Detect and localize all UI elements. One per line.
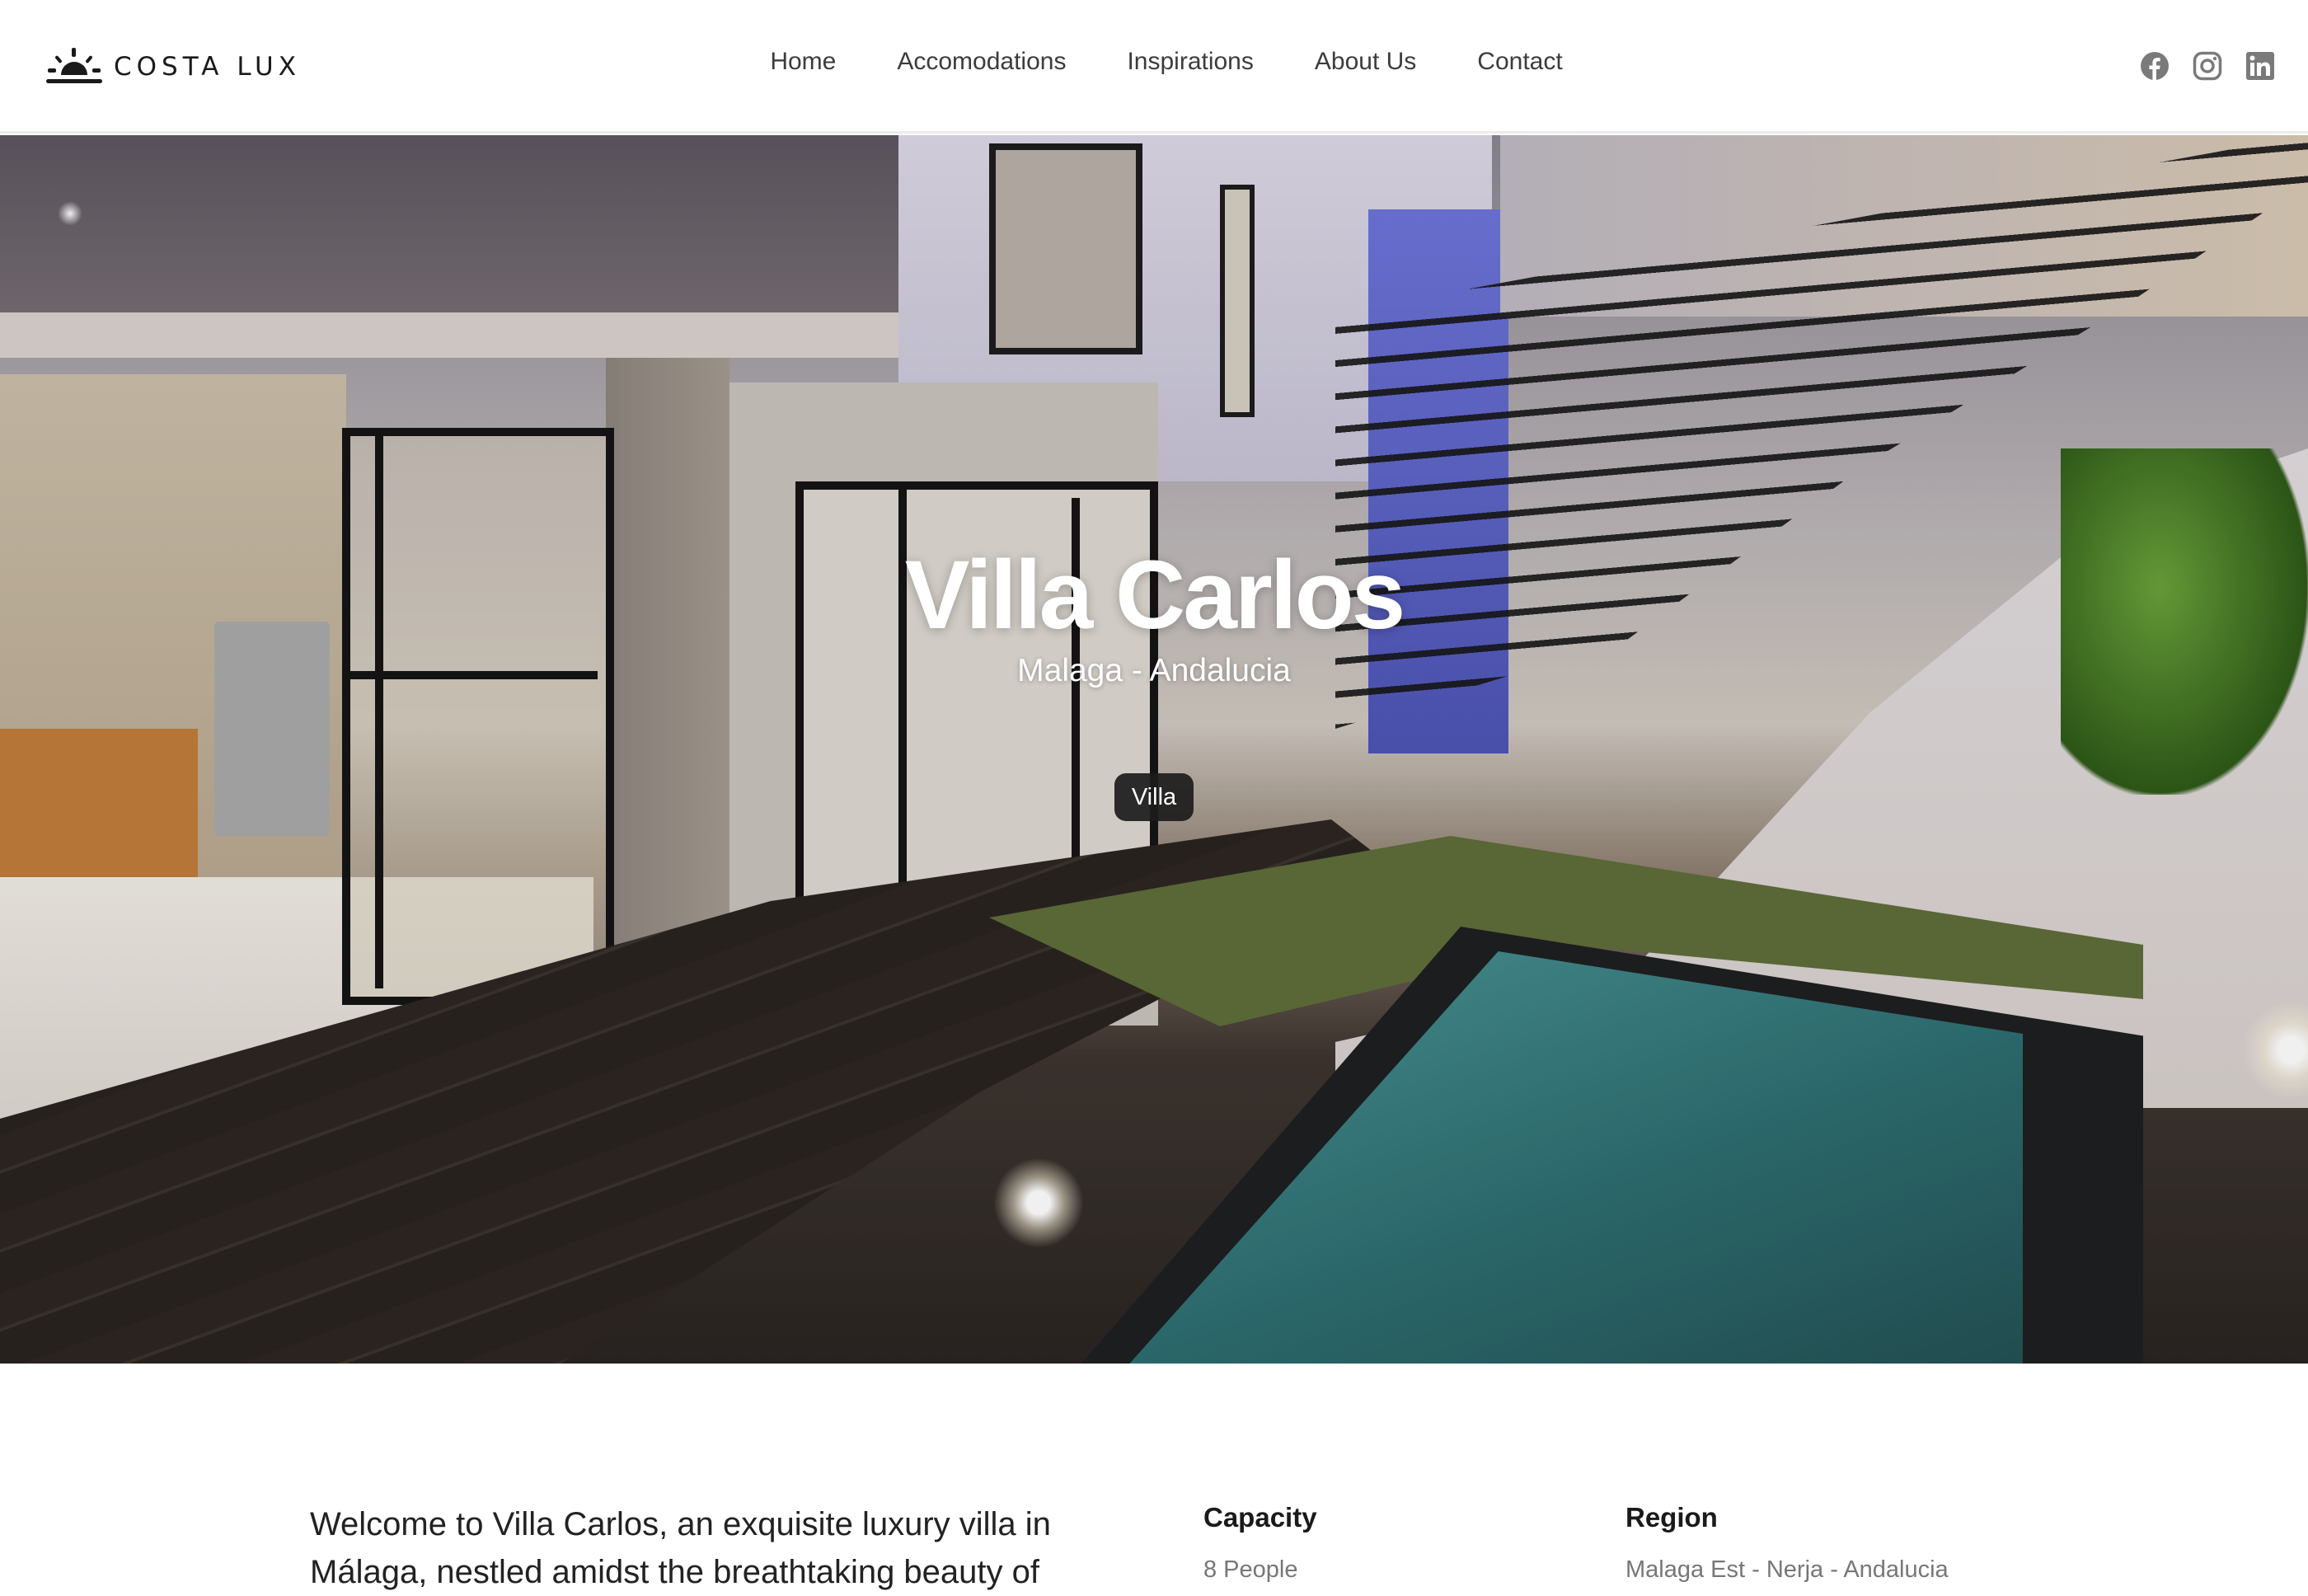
hero-banner: Villa Carlos Malaga - Andalucia Villa — [0, 135, 2308, 1364]
capacity-spec: Capacity 8 People — [1203, 1502, 1317, 1584]
facebook-icon[interactable] — [2140, 51, 2170, 81]
hero-photo — [0, 135, 2308, 1364]
site-header: COSTA LUX Home Accomodations Inspiration… — [0, 0, 2308, 134]
social-links — [2140, 51, 2275, 81]
nav-contact[interactable]: Contact — [1477, 48, 1562, 76]
main-nav: Home Accomodations Inspirations About Us… — [0, 48, 2308, 76]
description-line: Málaga, nestled amidst the breathtaking … — [310, 1554, 1039, 1590]
description-line: Welcome to Villa Carlos, an exquisite lu… — [310, 1506, 1051, 1542]
nav-inspirations[interactable]: Inspirations — [1127, 48, 1253, 76]
nav-accomodations[interactable]: Accomodations — [897, 48, 1066, 76]
capacity-label: Capacity — [1203, 1502, 1317, 1533]
property-description: Welcome to Villa Carlos, an exquisite lu… — [310, 1500, 1118, 1596]
property-details: Welcome to Villa Carlos, an exquisite lu… — [0, 1364, 2308, 1590]
nav-home[interactable]: Home — [770, 48, 836, 76]
property-location: Malaga - Andalucia — [1017, 653, 1291, 688]
property-type-badge: Villa — [1114, 773, 1194, 821]
region-spec: Region Malaga Est - Nerja - Andalucia — [1625, 1502, 1949, 1584]
region-label: Region — [1625, 1502, 1718, 1533]
linkedin-icon[interactable] — [2245, 51, 2275, 81]
nav-about-us[interactable]: About Us — [1315, 48, 1416, 76]
property-title: Villa Carlos — [904, 541, 1406, 650]
instagram-icon[interactable] — [2193, 51, 2222, 81]
capacity-value: 8 People — [1203, 1556, 1298, 1583]
region-value: Malaga Est - Nerja - Andalucia — [1625, 1556, 1949, 1583]
